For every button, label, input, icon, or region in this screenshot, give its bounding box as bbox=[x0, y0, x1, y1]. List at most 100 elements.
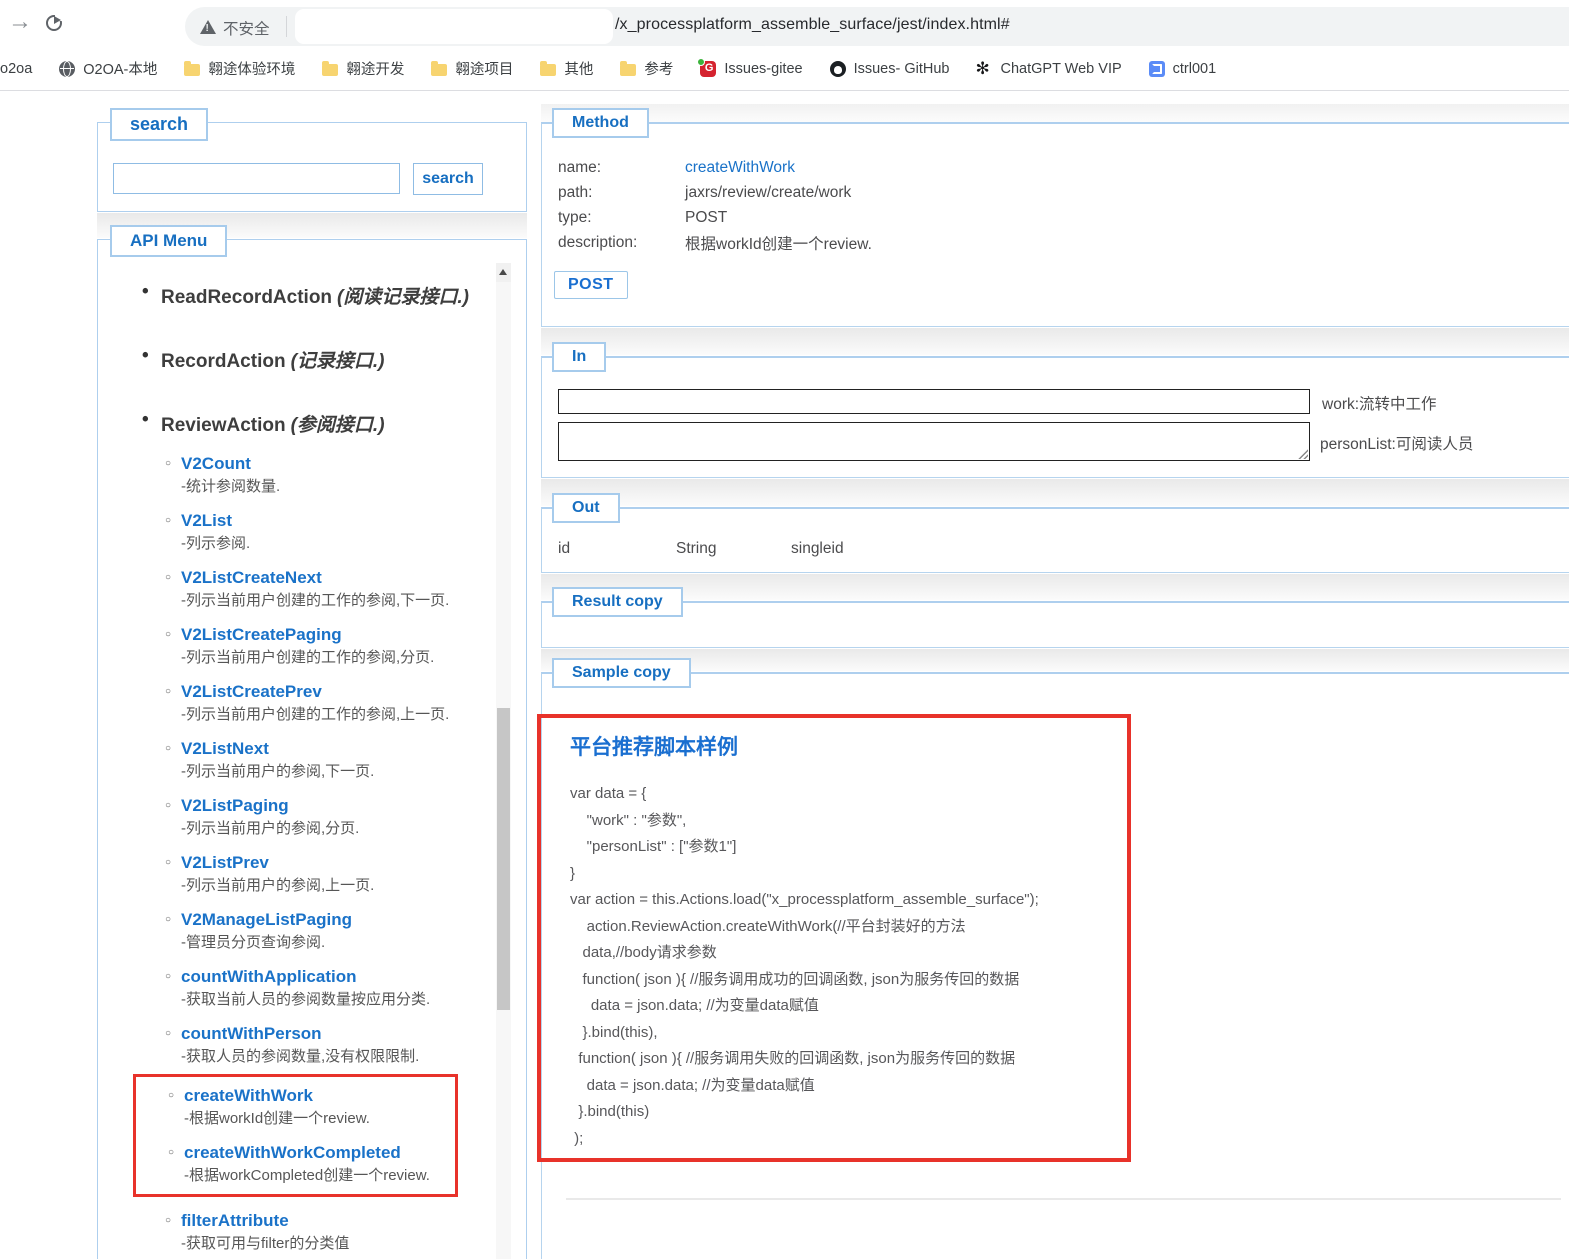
api-method-link[interactable]: V2ListCreateNext bbox=[181, 568, 322, 588]
code-line: ); bbox=[570, 1129, 584, 1147]
out-table-cell: single bbox=[791, 540, 832, 557]
bookmark-icon bbox=[431, 61, 448, 76]
api-method-link[interactable]: V2ListNext bbox=[181, 739, 269, 759]
bookmark-icon bbox=[975, 59, 992, 79]
section-gap bbox=[541, 328, 1569, 355]
menu-scrollbar-thumb[interactable] bbox=[497, 708, 510, 1010]
code-line: }.bind(this), bbox=[570, 1023, 658, 1041]
result-copy-section bbox=[541, 601, 1569, 648]
code-line: data,//body请求参数 bbox=[570, 944, 717, 961]
in-section: work:流转中工作 personList:可阅读人员 bbox=[541, 356, 1569, 478]
work-param-label: work:流转中工作 bbox=[1322, 396, 1437, 413]
api-method-link[interactable]: V2ListCreatePaging bbox=[181, 625, 342, 645]
api-method-link[interactable]: V2List bbox=[181, 511, 232, 531]
api-method-link[interactable]: createWithWorkCompleted bbox=[184, 1143, 401, 1163]
search-panel-legend: search bbox=[110, 108, 209, 141]
api-method-link[interactable]: V2ListPaging bbox=[181, 796, 289, 816]
api-method-desc: -获取可用与filter的分类值 bbox=[181, 1235, 350, 1252]
scroll-up-arrow-icon[interactable] bbox=[496, 263, 511, 282]
bookmark-icon bbox=[1148, 60, 1165, 77]
highlight-annotation-box: createWithWork -根据workId创建一个review. crea… bbox=[133, 1074, 458, 1197]
out-section: id String single id bbox=[541, 507, 1569, 573]
bookmark-item[interactable]: Issues-gitee bbox=[697, 57, 803, 77]
bookmark-icon bbox=[540, 61, 557, 76]
api-method-desc: -获取当前人员的参阅数量按应用分类. bbox=[181, 991, 431, 1008]
bookmark-label: 参考 bbox=[644, 62, 674, 78]
reload-icon[interactable] bbox=[46, 13, 64, 31]
warning-icon[interactable] bbox=[200, 20, 216, 34]
method-info-value: 根据workId创建一个review. bbox=[685, 235, 872, 253]
api-menu-item: V2ManageListPaging -管理员分页查询参阅. bbox=[165, 910, 492, 952]
bookmark-icon bbox=[620, 61, 637, 76]
personlist-param-textarea[interactable] bbox=[558, 422, 1310, 461]
sample-copy-legend: Sample copy bbox=[552, 658, 691, 688]
api-method-link[interactable]: V2ListPrev bbox=[181, 853, 269, 873]
api-group-subtitle: (参阅接口.) bbox=[290, 415, 385, 436]
bookmark-label: Issues- GitHub bbox=[853, 60, 950, 77]
api-method-desc: -列示当前用户创建的工作的参阅,上一页. bbox=[181, 706, 450, 723]
api-menu-item: createWithWorkCompleted -根据workCompleted… bbox=[168, 1143, 455, 1185]
bookmark-item[interactable]: 翱途体验环境 bbox=[184, 58, 295, 79]
in-section-legend: In bbox=[552, 342, 607, 372]
api-menu-item: V2ListPaging -列示当前用户的参阅,分页. bbox=[165, 796, 492, 838]
forward-icon[interactable]: → bbox=[8, 8, 32, 36]
api-method-link[interactable]: countWithApplication bbox=[181, 967, 357, 987]
method-info-value: jaxrs/review/create/work bbox=[685, 183, 852, 201]
bookmark-label: Issues-gitee bbox=[724, 60, 803, 77]
code-line: action.ReviewAction.createWithWork(//平台封… bbox=[570, 917, 966, 935]
api-method-link[interactable]: V2Count bbox=[181, 454, 251, 474]
api-group-heading: ReviewAction(参阅接口.) bbox=[142, 409, 492, 437]
bookmark-label: ctrl001 bbox=[1172, 60, 1217, 77]
api-method-link[interactable]: countWithPerson bbox=[181, 1024, 322, 1044]
api-method-link[interactable]: createWithWork bbox=[184, 1086, 313, 1106]
method-section: name: createWithWork path: jaxrs/review/… bbox=[541, 122, 1569, 327]
bookmark-label: 其他 bbox=[564, 62, 594, 78]
post-method-button[interactable]: POST bbox=[554, 271, 628, 299]
bookmark-label: 翱途体验环境 bbox=[208, 62, 296, 78]
address-bar-row: → 不安全 /x_processplatform_assemble_surfac… bbox=[0, 0, 1569, 47]
api-method-desc: -列示当前用户的参阅,分页. bbox=[181, 820, 360, 837]
api-method-link[interactable]: V2ListCreatePrev bbox=[181, 682, 322, 702]
address-bar[interactable]: 不安全 /x_processplatform_assemble_surface/… bbox=[185, 7, 1569, 46]
bookmark-item[interactable]: ctrl001 bbox=[1148, 60, 1217, 77]
out-table-row: id String single id bbox=[542, 509, 1569, 558]
api-method-desc: -获取人员的参阅数量,没有权限限制. bbox=[181, 1048, 420, 1065]
url-text: /x_processplatform_assemble_surface/jest… bbox=[615, 16, 1010, 33]
api-method-link[interactable]: V2ManageListPaging bbox=[181, 910, 352, 930]
bookmark-item[interactable]: Issues- GitHub bbox=[829, 60, 950, 77]
section-gap bbox=[541, 479, 1569, 506]
code-line: "work" : "参数", bbox=[570, 811, 687, 829]
api-group-title: ReviewAction bbox=[161, 415, 286, 436]
api-group-title: ReadRecordAction bbox=[161, 287, 333, 308]
sample-copy-section: 平台推荐脚本样例 var data = { "work" : "参数", "pe… bbox=[537, 672, 1569, 1259]
address-separator bbox=[286, 16, 287, 37]
bookmark-item[interactable]: o2oa bbox=[0, 61, 32, 77]
api-method-link[interactable]: filterAttribute bbox=[181, 1211, 289, 1231]
bookmark-item[interactable]: O2OA-本地 bbox=[59, 58, 157, 79]
api-group-subtitle: (阅读记录接口.) bbox=[337, 287, 469, 308]
search-button[interactable]: search bbox=[413, 163, 483, 195]
method-info-value: createWithWork bbox=[685, 158, 795, 176]
bookmark-item[interactable]: 翱途开发 bbox=[322, 58, 404, 79]
method-info-row: type: POST bbox=[558, 205, 1569, 230]
bookmarks-bar: o2oa O2OA-本地 翱途体验环境 翱途开发 翱途项目 其他 参考 G Is… bbox=[0, 47, 1569, 91]
bookmark-item[interactable]: 参考 bbox=[620, 58, 673, 79]
bookmark-icon bbox=[59, 60, 76, 77]
bookmark-item[interactable]: ChatGPT Web VIP bbox=[975, 59, 1122, 79]
bookmark-item[interactable]: 翱途项目 bbox=[431, 58, 513, 79]
browser-window: → 不安全 /x_processplatform_assemble_surfac… bbox=[0, 0, 1569, 1259]
result-copy-legend: Result copy bbox=[552, 587, 683, 617]
method-info-label: description: bbox=[558, 233, 638, 251]
bookmark-icon bbox=[322, 61, 339, 76]
sample-annotation-box: 平台推荐脚本样例 var data = { "work" : "参数", "pe… bbox=[537, 714, 1131, 1162]
bookmark-item[interactable]: 其他 bbox=[540, 58, 593, 79]
bookmark-label: 翱途开发 bbox=[346, 62, 405, 78]
api-menu-item: countWithPerson -获取人员的参阅数量,没有权限限制. bbox=[165, 1024, 492, 1066]
method-section-legend: Method bbox=[552, 108, 649, 138]
bookmark-label: ChatGPT Web VIP bbox=[1000, 60, 1122, 77]
bookmark-icon bbox=[829, 60, 846, 77]
api-method-desc: -列示当前用户的参阅,下一页. bbox=[181, 763, 375, 780]
search-input[interactable] bbox=[113, 163, 400, 194]
work-param-input[interactable] bbox=[558, 389, 1310, 414]
method-info-label: name: bbox=[558, 158, 602, 176]
